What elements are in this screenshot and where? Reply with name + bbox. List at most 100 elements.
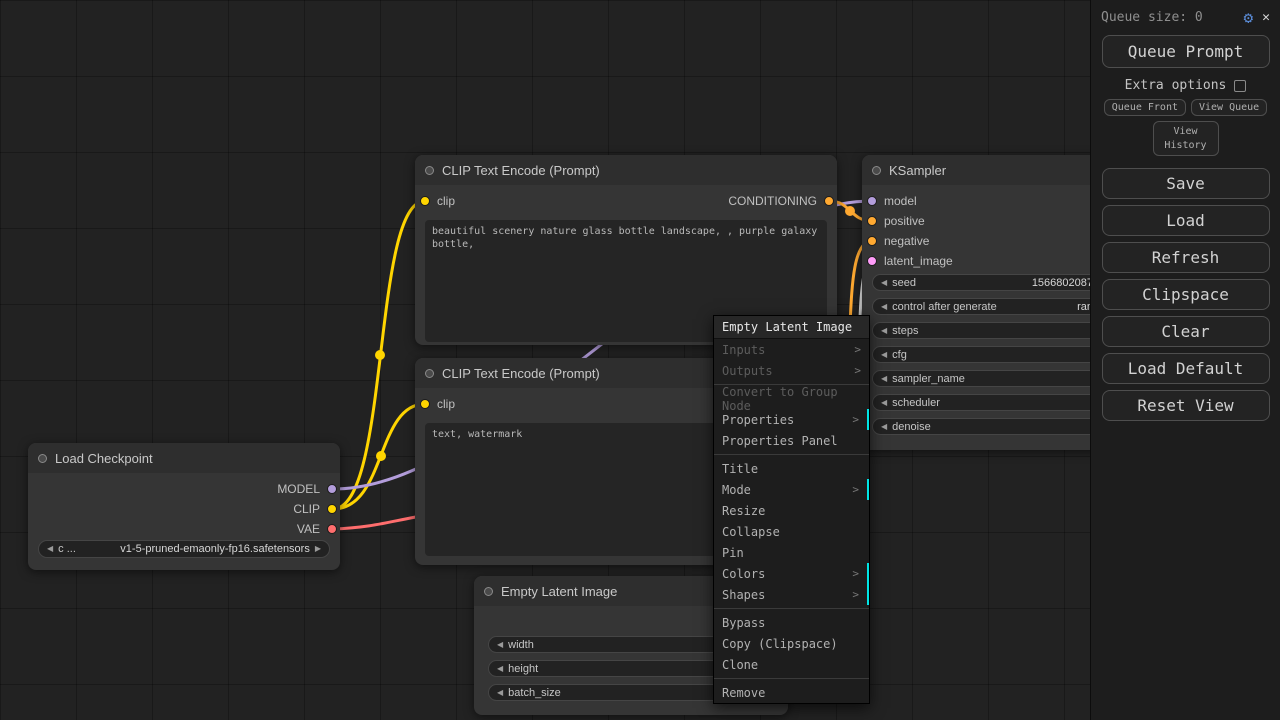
menu-separator (714, 608, 869, 609)
extra-options-label: Extra options (1125, 78, 1227, 93)
port-row: clip CONDITIONING (415, 191, 837, 211)
clip-output-port[interactable] (327, 504, 337, 514)
node-ksampler[interactable]: KSampler model positive negative latent_… (862, 155, 1112, 450)
node-header[interactable]: Load Checkpoint (28, 443, 340, 473)
seed-widget[interactable]: ◀ seed 1566802087 (872, 274, 1102, 291)
port-row: positive (862, 211, 1112, 231)
stepper-left-arrow-icon[interactable]: ◀ (881, 375, 887, 383)
menu-item-label: Bypass (722, 616, 765, 630)
refresh-button[interactable]: Refresh (1102, 242, 1270, 273)
reset-view-button[interactable]: Reset View (1102, 390, 1270, 421)
stepper-left-arrow-icon[interactable]: ◀ (881, 351, 887, 359)
positive-input-port[interactable] (867, 216, 877, 226)
sampler-name-widget[interactable]: ◀ sampler_name (872, 370, 1102, 387)
menu-item-remove[interactable]: Remove (714, 682, 869, 703)
save-button[interactable]: Save (1102, 168, 1270, 199)
menu-header: Queue size: 0 ⚙ ✕ (1091, 0, 1280, 31)
node-header[interactable]: KSampler (862, 155, 1112, 185)
control-after-generate-widget[interactable]: ◀ control after generate ran (872, 298, 1102, 315)
stepper-left-arrow-icon[interactable]: ◀ (881, 423, 887, 431)
ckpt-name-combo[interactable]: ◀ c ... v1-5-pruned-emaonly-fp16.safeten… (38, 540, 330, 558)
vae-output-label: VAE (297, 522, 320, 536)
menu-item-copy-clipspace[interactable]: Copy (Clipspace) (714, 633, 869, 654)
widget-label: height (508, 663, 538, 675)
menu-item-outputs: Outputs > (714, 360, 869, 381)
port-row: MODEL (28, 479, 340, 499)
stepper-left-arrow-icon[interactable]: ◀ (881, 303, 887, 311)
queue-size-label: Queue size: 0 (1101, 10, 1244, 25)
node-load-checkpoint[interactable]: Load Checkpoint MODEL CLIP VAE ◀ c ... v… (28, 443, 340, 570)
negative-input-label: negative (884, 234, 929, 248)
combo-left-arrow-icon[interactable]: ◀ (47, 545, 53, 553)
model-input-label: model (884, 194, 917, 208)
clip-input-port[interactable] (420, 196, 430, 206)
load-button[interactable]: Load (1102, 205, 1270, 236)
menu-item-label: Properties Panel (722, 434, 838, 448)
stepper-left-arrow-icon[interactable]: ◀ (497, 641, 503, 649)
load-default-button[interactable]: Load Default (1102, 353, 1270, 384)
conditioning-output-port[interactable] (824, 196, 834, 206)
node-header[interactable]: CLIP Text Encode (Prompt) (415, 155, 837, 185)
menu-item-title[interactable]: Title (714, 458, 869, 479)
comfy-menu-panel: Queue size: 0 ⚙ ✕ Queue Prompt Extra opt… (1090, 0, 1280, 720)
menu-item-shapes[interactable]: Shapes > (714, 584, 869, 605)
stepper-left-arrow-icon[interactable]: ◀ (881, 279, 887, 287)
menu-item-label: Remove (722, 686, 765, 700)
latent-image-input-port[interactable] (867, 256, 877, 266)
menu-item-resize[interactable]: Resize (714, 500, 869, 521)
queue-prompt-button[interactable]: Queue Prompt (1102, 35, 1270, 68)
extra-options-checkbox[interactable] (1234, 80, 1246, 92)
latent-image-input-label: latent_image (884, 254, 953, 268)
stepper-left-arrow-icon[interactable]: ◀ (881, 399, 887, 407)
stepper-left-arrow-icon[interactable]: ◀ (497, 665, 503, 673)
menu-item-label: Outputs (722, 364, 773, 378)
menu-item-label: Convert to Group Node (722, 385, 861, 413)
collapse-dot-icon[interactable] (425, 369, 434, 378)
queue-front-button[interactable]: Queue Front (1104, 99, 1186, 116)
denoise-widget[interactable]: ◀ denoise (872, 418, 1102, 435)
menu-item-clone[interactable]: Clone (714, 654, 869, 675)
submenu-arrow-icon: > (852, 483, 859, 496)
clip-input-port[interactable] (420, 399, 430, 409)
scheduler-widget[interactable]: ◀ scheduler (872, 394, 1102, 411)
view-history-button[interactable]: View History (1153, 121, 1219, 156)
cfg-widget[interactable]: ◀ cfg (872, 346, 1102, 363)
menu-item-inputs: Inputs > (714, 339, 869, 360)
model-output-port[interactable] (327, 484, 337, 494)
submenu-arrow-icon: > (852, 588, 859, 601)
settings-gear-icon[interactable]: ⚙ (1244, 8, 1254, 27)
positive-input-label: positive (884, 214, 925, 228)
stepper-left-arrow-icon[interactable]: ◀ (497, 689, 503, 697)
menu-item-label: Mode (722, 483, 751, 497)
menu-item-label: Collapse (722, 525, 780, 539)
collapse-dot-icon[interactable] (425, 166, 434, 175)
menu-item-label: Title (722, 462, 758, 476)
port-row: latent_image (862, 251, 1112, 271)
menu-item-mode[interactable]: Mode > (714, 479, 869, 500)
combo-right-arrow-icon[interactable]: ▶ (315, 545, 321, 553)
widget-label: steps (892, 325, 918, 337)
port-row: CLIP (28, 499, 340, 519)
steps-widget[interactable]: ◀ steps (872, 322, 1102, 339)
view-queue-button[interactable]: View Queue (1191, 99, 1267, 116)
collapse-dot-icon[interactable] (38, 454, 47, 463)
clear-button[interactable]: Clear (1102, 316, 1270, 347)
model-input-port[interactable] (867, 196, 877, 206)
menu-item-pin[interactable]: Pin (714, 542, 869, 563)
negative-input-port[interactable] (867, 236, 877, 246)
collapse-dot-icon[interactable] (872, 166, 881, 175)
menu-item-colors[interactable]: Colors > (714, 563, 869, 584)
menu-item-bypass[interactable]: Bypass (714, 612, 869, 633)
menu-item-collapse[interactable]: Collapse (714, 521, 869, 542)
collapse-dot-icon[interactable] (484, 587, 493, 596)
menu-item-label: Copy (Clipspace) (722, 637, 838, 651)
combo-label: c ... (58, 543, 76, 555)
menu-item-properties-panel[interactable]: Properties Panel (714, 430, 869, 451)
vae-output-port[interactable] (327, 524, 337, 534)
widget-label: width (508, 639, 534, 651)
close-icon[interactable]: ✕ (1262, 10, 1270, 25)
stepper-left-arrow-icon[interactable]: ◀ (881, 327, 887, 335)
clip-input-label: clip (437, 397, 455, 411)
clipspace-button[interactable]: Clipspace (1102, 279, 1270, 310)
menu-separator (714, 678, 869, 679)
